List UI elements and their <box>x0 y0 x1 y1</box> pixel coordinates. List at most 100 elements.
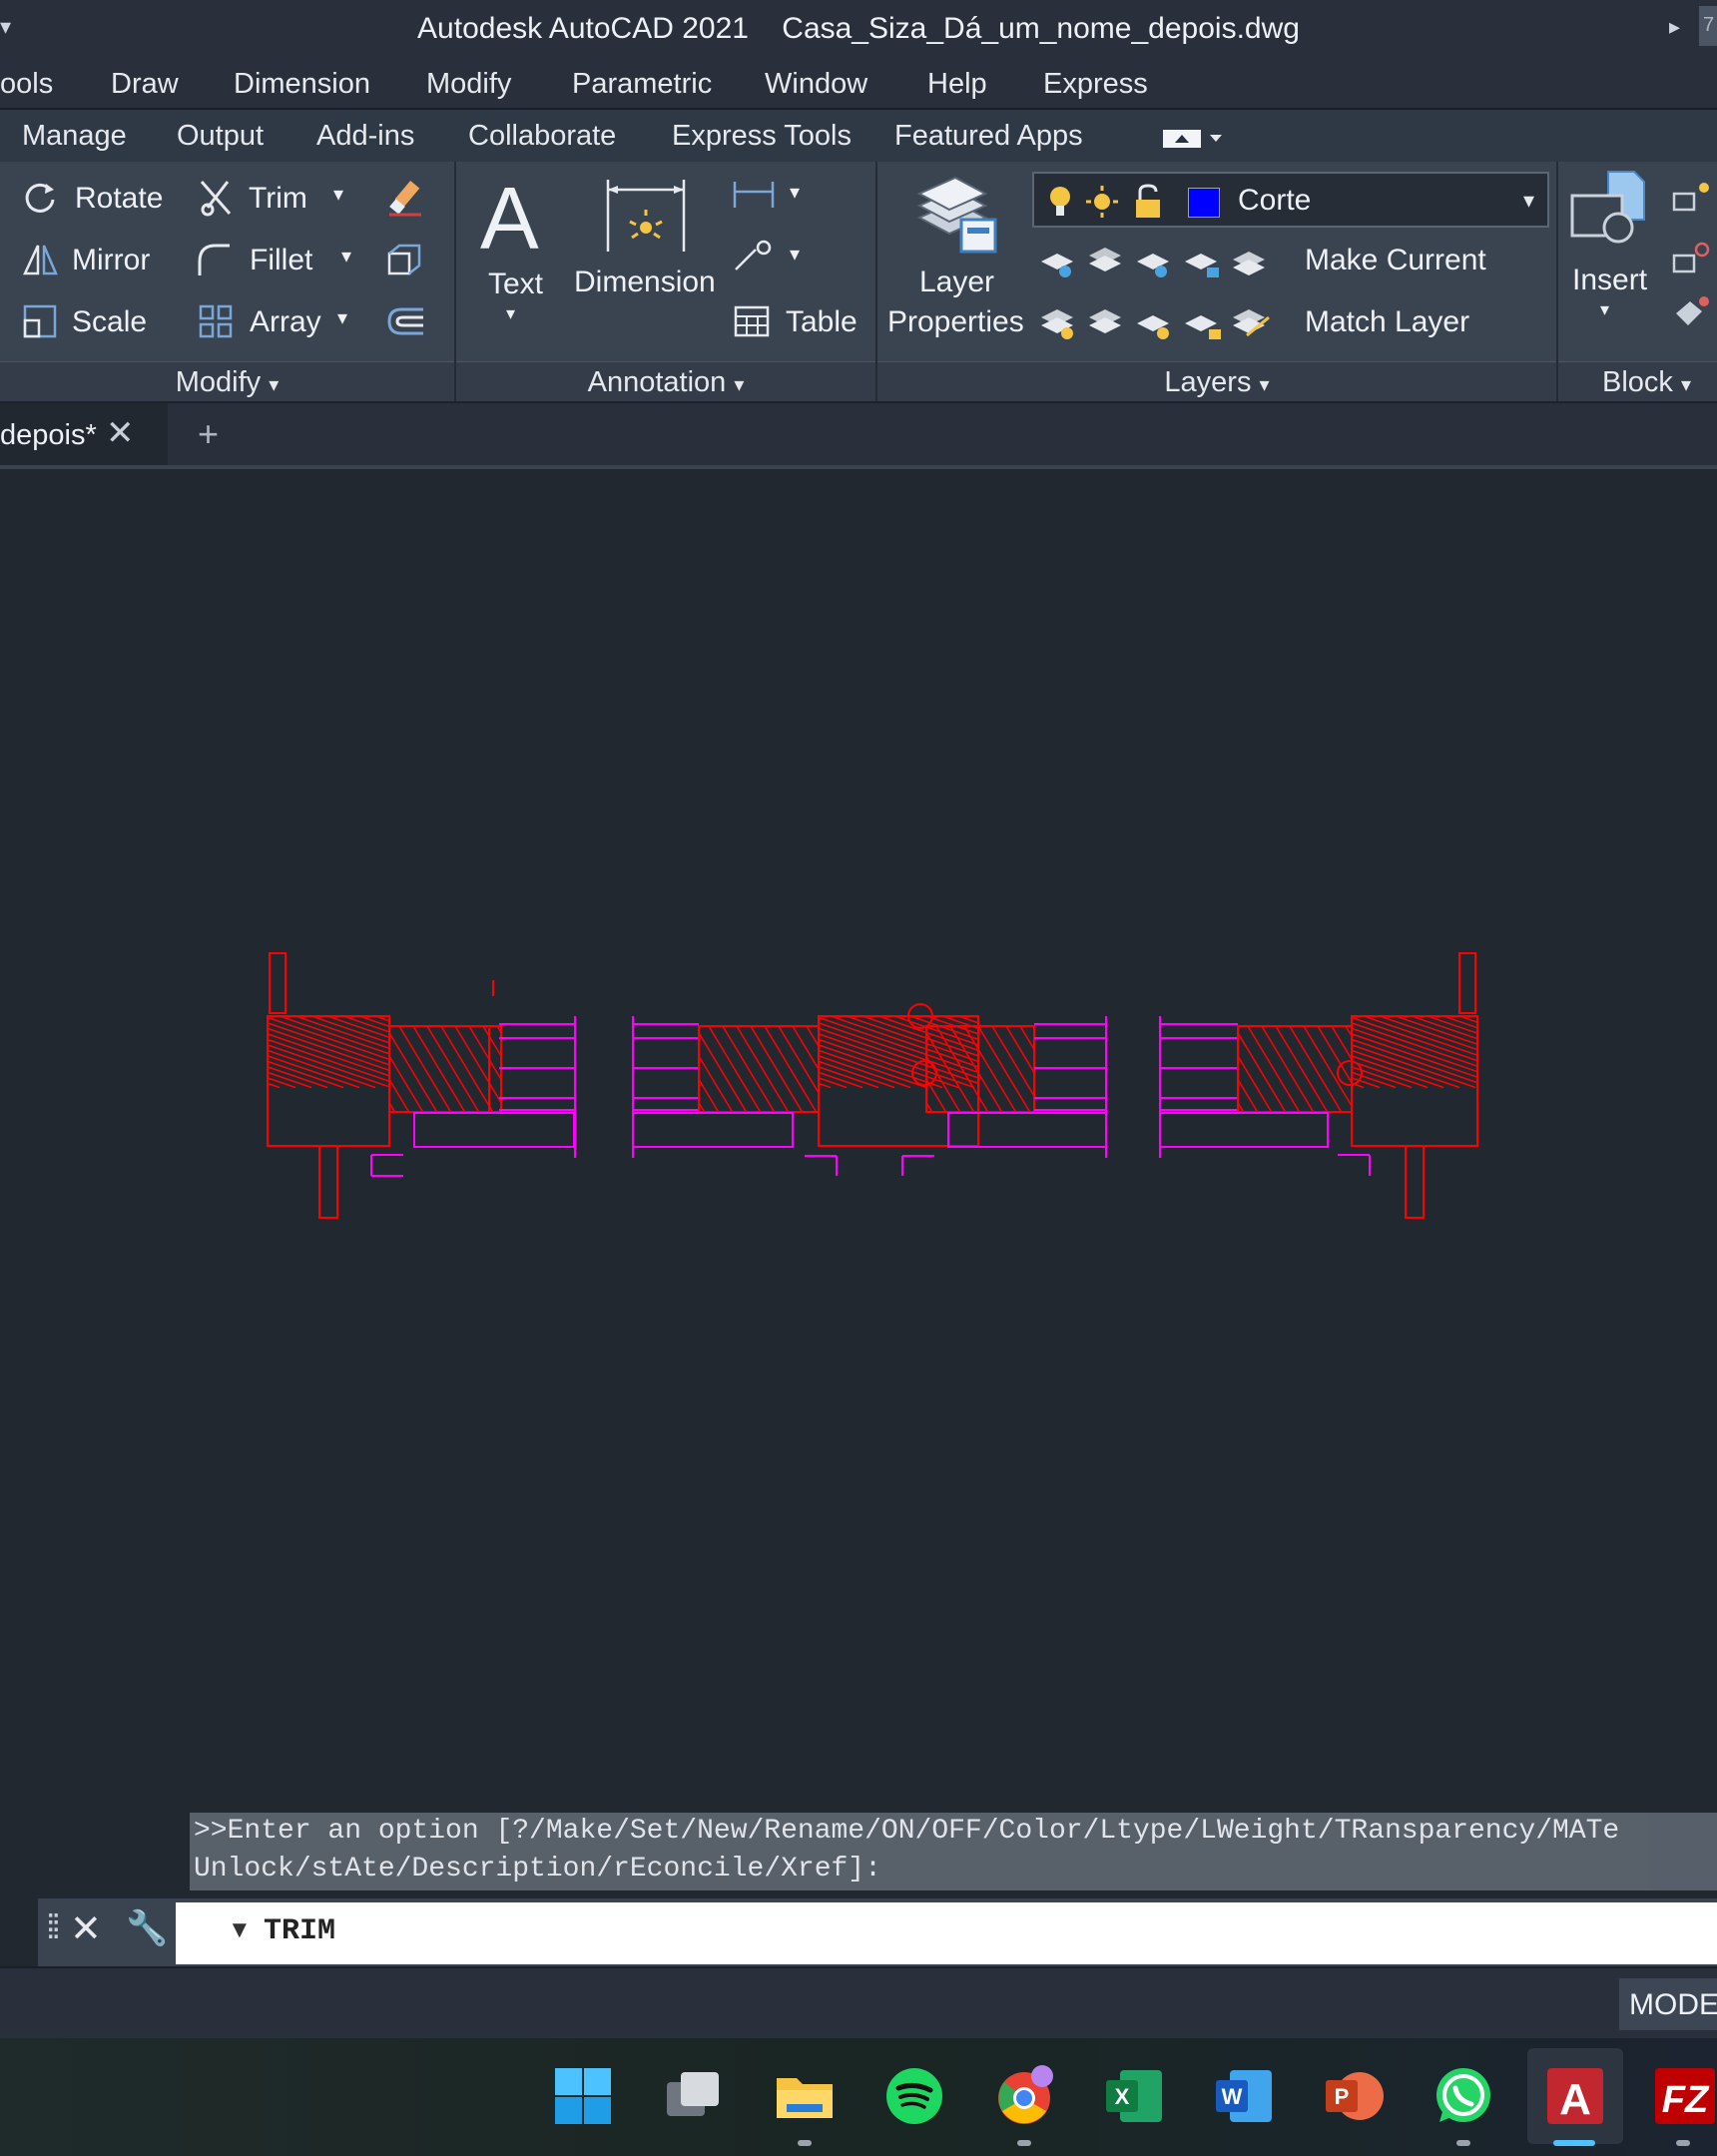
menu-window[interactable]: Window <box>765 68 867 101</box>
linear-dimension-icon[interactable] <box>732 180 776 210</box>
fillet-button[interactable]: Fillet <box>250 244 312 277</box>
layer-tools-row-2 <box>1041 309 1270 339</box>
block-panel-footer[interactable]: Block ▾ <box>1558 361 1717 401</box>
text-dropdown-icon[interactable]: ▾ <box>506 303 515 324</box>
command-input[interactable]: ▼ TRIM <box>176 1902 1717 1964</box>
erase-icon[interactable] <box>385 178 425 218</box>
tab-output[interactable]: Output <box>177 120 264 153</box>
ribbon-minimize-icon[interactable] <box>1163 128 1223 150</box>
whatsapp-running-dot <box>1456 2140 1470 2146</box>
drag-grip-icon[interactable]: ⁞⁞ <box>46 1908 61 1947</box>
right-bottom-post <box>1405 1145 1425 1219</box>
layer-tools-row-1 <box>1041 248 1265 277</box>
search-box-edge[interactable]: 7 <box>1699 6 1717 46</box>
mirror-button[interactable]: Mirror <box>72 244 150 277</box>
layer-dropdown-arrow-icon[interactable]: ▾ <box>1523 188 1534 214</box>
match-layer-button[interactable]: Match Layer <box>1305 305 1469 339</box>
leader-dropdown-icon[interactable]: ▾ <box>790 242 800 267</box>
autocad-icon[interactable]: A <box>1543 2064 1607 2128</box>
command-history-line-1: >>Enter an option [?/Make/Set/New/Rename… <box>194 1816 1620 1847</box>
rotate-button[interactable]: Rotate <box>75 182 163 216</box>
modify-panel: Rotate Trim ▾ Mirror Fillet ▾ Scale Arra… <box>0 162 454 401</box>
annotation-panel: A Text ▾ Dimension ▾ ▾ Table Annotation … <box>456 162 875 401</box>
left-bottom-post <box>318 1145 338 1219</box>
array-button[interactable]: Array <box>250 305 321 339</box>
start-icon[interactable] <box>551 2064 615 2128</box>
trim-dropdown-icon[interactable]: ▾ <box>333 182 343 207</box>
tab-manage[interactable]: Manage <box>22 120 127 153</box>
explode-icon[interactable] <box>385 242 423 279</box>
tab-add-ins[interactable]: Add-ins <box>316 120 414 153</box>
menu-parametric[interactable]: Parametric <box>572 68 712 101</box>
rotate-icon <box>25 183 55 213</box>
word-icon[interactable]: W <box>1212 2064 1276 2128</box>
leader-icon[interactable] <box>732 240 776 273</box>
array-dropdown-icon[interactable]: ▾ <box>337 305 347 330</box>
trim-icon <box>200 181 232 217</box>
menu-dimension[interactable]: Dimension <box>234 68 370 101</box>
recent-commands-dropdown-icon[interactable]: ▼ <box>228 1916 252 1944</box>
fillet-dropdown-icon[interactable]: ▾ <box>341 244 351 269</box>
customize-wrench-icon[interactable]: 🔧 <box>126 1908 168 1948</box>
scale-button[interactable]: Scale <box>72 305 147 339</box>
center-right-sill <box>947 1112 1107 1148</box>
scale-icon <box>23 304 57 338</box>
model-space-button[interactable]: MODEL <box>1619 1978 1717 2030</box>
command-history-line-2: Unlock/stAte/Description/rEconcile/Xref]… <box>194 1854 881 1885</box>
spotify-icon[interactable] <box>882 2064 946 2128</box>
make-current-button[interactable]: Make Current <box>1305 244 1486 277</box>
layer-properties-label-1[interactable]: Layer <box>919 266 994 299</box>
document-tab[interactable]: depois* ✕ <box>0 403 168 469</box>
dimension-button[interactable]: Dimension <box>574 266 716 299</box>
modify-panel-footer[interactable]: Modify ▾ <box>0 361 454 401</box>
text-button[interactable]: Text <box>488 268 543 301</box>
layer-color-swatch <box>1188 188 1220 218</box>
menu-express[interactable]: Express <box>1043 68 1148 101</box>
tab-collaborate[interactable]: Collaborate <box>468 120 616 153</box>
whatsapp-icon[interactable] <box>1431 2064 1495 2128</box>
window-title: Autodesk AutoCAD 2021 Casa_Siza_Dá_um_no… <box>417 12 1300 45</box>
expand-arrow-icon[interactable]: ▸ <box>1669 14 1680 40</box>
layers-panel-footer[interactable]: Layers ▾ <box>877 361 1556 401</box>
layers-panel: Layer Properties Corte ▾ Make Current Ma… <box>877 162 1556 401</box>
excel-icon[interactable]: X <box>1102 2064 1166 2128</box>
cad-drawing[interactable] <box>0 469 1717 1822</box>
dimension-dropdown-icon[interactable]: ▾ <box>790 180 800 205</box>
menu-bar: ools Draw Dimension Modify Parametric Wi… <box>0 58 1717 110</box>
annotation-panel-footer[interactable]: Annotation ▾ <box>456 361 875 401</box>
block-expand-icon: ▾ <box>1680 374 1692 396</box>
new-tab-icon[interactable]: + <box>198 413 219 455</box>
close-tab-icon[interactable]: ✕ <box>106 413 135 453</box>
insert-button[interactable]: Insert <box>1572 264 1647 297</box>
insert-dropdown-icon[interactable]: ▾ <box>1600 299 1609 320</box>
file-explorer-icon[interactable] <box>773 2064 837 2128</box>
tab-express-tools[interactable]: Express Tools <box>672 120 852 153</box>
drawing-canvas[interactable] <box>0 469 1717 1822</box>
svg-text:W: W <box>1222 2084 1243 2109</box>
svg-text:X: X <box>1115 2084 1130 2109</box>
layer-state-icons <box>1050 184 1160 218</box>
filezilla-icon[interactable]: FZ <box>1651 2064 1715 2128</box>
left-sill-profile <box>413 1112 575 1148</box>
offset-icon[interactable] <box>385 305 425 337</box>
close-command-line-icon[interactable]: ✕ <box>70 1906 102 1951</box>
dimension-icon <box>606 180 686 252</box>
menu-draw[interactable]: Draw <box>111 68 179 101</box>
current-layer-name: Corte <box>1238 184 1312 217</box>
menu-modify[interactable]: Modify <box>426 68 511 101</box>
block-tools-icons[interactable] <box>1668 180 1714 329</box>
filezilla-running-dot <box>1676 2140 1690 2146</box>
table-button[interactable]: Table <box>786 305 858 339</box>
tab-featured-apps[interactable]: Featured Apps <box>894 120 1083 153</box>
trim-button[interactable]: Trim <box>249 182 307 216</box>
autocad-active-indicator <box>1553 2140 1595 2146</box>
chrome-icon[interactable] <box>992 2064 1056 2128</box>
menu-tools[interactable]: ools <box>0 68 53 101</box>
layer-properties-label-2[interactable]: Properties <box>887 305 1024 339</box>
title-bar: ▾ Autodesk AutoCAD 2021 Casa_Siza_Dá_um_… <box>0 0 1717 58</box>
layer-dropdown[interactable]: Corte ▾ <box>1032 172 1549 228</box>
powerpoint-icon[interactable]: P <box>1322 2064 1386 2128</box>
task-view-icon[interactable] <box>661 2064 725 2128</box>
menu-help[interactable]: Help <box>927 68 987 101</box>
ribbon-tab-bar: Manage Output Add-ins Collaborate Expres… <box>0 110 1717 162</box>
